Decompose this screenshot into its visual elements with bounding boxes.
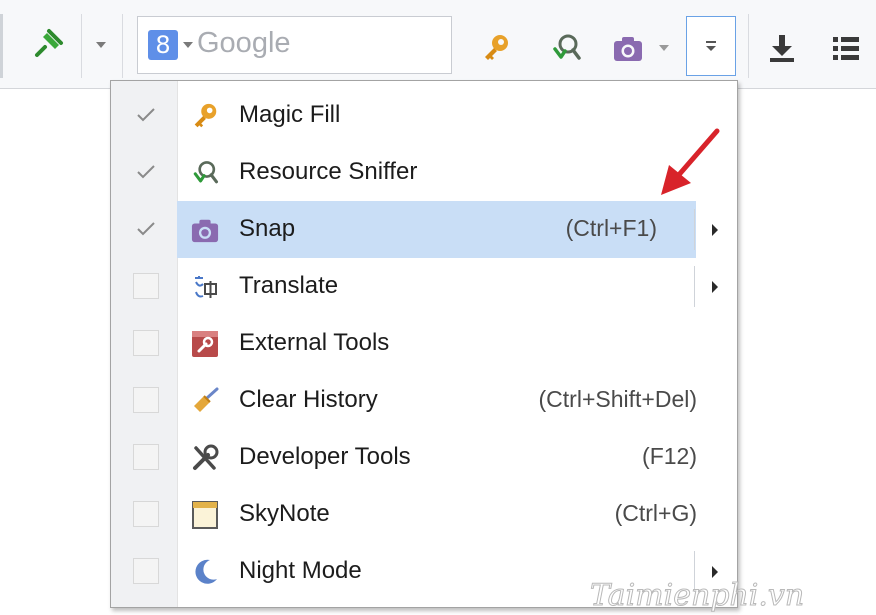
checkbox-unchecked[interactable] — [133, 444, 159, 470]
checkbox-checked[interactable] — [133, 102, 159, 128]
magic-fill-button[interactable] — [476, 28, 516, 68]
pin-dropdown-button[interactable] — [88, 30, 114, 60]
tools-menu-button[interactable] — [686, 16, 736, 76]
moon-icon — [189, 556, 221, 588]
toolbar-separator — [81, 14, 82, 78]
menu-item-skynote[interactable]: SkyNote (Ctrl+G) — [111, 486, 737, 543]
external-tools-icon — [189, 328, 221, 360]
menu-item-label: External Tools — [239, 329, 390, 356]
camera-icon — [189, 214, 221, 246]
menu-item-shortcut: (Ctrl+G) — [614, 500, 697, 526]
snap-dropdown-button[interactable] — [654, 38, 674, 58]
tools-dropdown-menu: Magic Fill Resource Sniffer Snap (Ctrl+F… — [110, 80, 738, 608]
google-icon[interactable]: 8 — [148, 30, 178, 60]
download-icon — [770, 35, 794, 62]
snap-button[interactable] — [608, 28, 648, 68]
menu-more-icon — [706, 41, 716, 51]
watermark-text: Taimienphi.vn — [589, 578, 805, 614]
key-icon — [485, 35, 508, 60]
main-menu-button[interactable] — [826, 28, 866, 68]
menu-item-label: Translate — [239, 272, 339, 299]
menu-item-clear-history[interactable]: Clear History (Ctrl+Shift+Del) — [111, 372, 737, 429]
red-annotation-arrow — [661, 128, 720, 195]
menu-item-magic-fill[interactable]: Magic Fill — [111, 87, 737, 144]
sniffer-icon — [189, 157, 221, 189]
menu-item-shortcut: (Ctrl+Shift+Del) — [538, 386, 697, 412]
submenu-separator — [694, 209, 695, 250]
pin-button[interactable] — [28, 24, 68, 64]
checkbox-checked[interactable] — [133, 216, 159, 242]
chevron-down-icon — [659, 45, 669, 51]
list-menu-icon — [833, 37, 859, 60]
submenu-separator — [694, 266, 695, 307]
browser-toolbar: 8 Google — [0, 0, 876, 89]
menu-item-external-tools[interactable]: External Tools — [111, 315, 737, 372]
pin-icon — [35, 29, 63, 57]
download-button[interactable] — [762, 28, 802, 68]
submenu-arrow-icon[interactable] — [712, 566, 718, 578]
resource-sniffer-button[interactable] — [546, 28, 586, 68]
checkbox-unchecked[interactable] — [133, 501, 159, 527]
toolbar-separator — [122, 14, 123, 78]
wrench-icon — [189, 442, 221, 474]
checkmark-icon — [137, 108, 155, 122]
submenu-arrow-icon[interactable] — [712, 224, 718, 236]
search-input[interactable]: Google — [197, 27, 291, 60]
key-icon — [189, 100, 221, 132]
notepad-icon — [189, 499, 221, 531]
checkbox-unchecked[interactable] — [133, 558, 159, 584]
menu-item-resource-sniffer[interactable]: Resource Sniffer — [111, 144, 737, 201]
checkmark-icon — [137, 222, 155, 236]
menu-item-label: Clear History — [239, 386, 378, 413]
menu-item-shortcut: (Ctrl+F1) — [565, 215, 657, 241]
toolbar-left-edge — [0, 14, 3, 78]
menu-item-snap[interactable]: Snap (Ctrl+F1) — [111, 201, 737, 258]
checkmark-icon — [137, 165, 155, 179]
menu-item-developer-tools[interactable]: Developer Tools (F12) — [111, 429, 737, 486]
checkbox-checked[interactable] — [133, 159, 159, 185]
checkbox-unchecked[interactable] — [133, 330, 159, 356]
resource-sniffer-icon — [553, 34, 581, 60]
checkbox-unchecked[interactable] — [133, 273, 159, 299]
menu-item-label: Snap — [239, 215, 296, 242]
broom-icon — [189, 385, 221, 417]
menu-item-label: Resource Sniffer — [239, 158, 418, 185]
translate-icon — [189, 271, 221, 303]
menu-item-label: Developer Tools — [239, 443, 411, 470]
menu-item-label: Magic Fill — [239, 101, 341, 128]
checkbox-unchecked[interactable] — [133, 387, 159, 413]
chevron-down-icon — [96, 42, 106, 48]
menu-item-shortcut: (F12) — [642, 443, 697, 469]
submenu-arrow-icon[interactable] — [712, 281, 718, 293]
toolbar-separator — [748, 14, 749, 78]
search-engine-dropdown-icon[interactable] — [183, 42, 193, 48]
menu-item-label: SkyNote — [239, 500, 330, 527]
menu-item-translate[interactable]: Translate — [111, 258, 737, 315]
camera-icon — [614, 37, 642, 61]
search-box[interactable]: 8 Google — [137, 16, 452, 74]
menu-item-label: Night Mode — [239, 557, 362, 584]
